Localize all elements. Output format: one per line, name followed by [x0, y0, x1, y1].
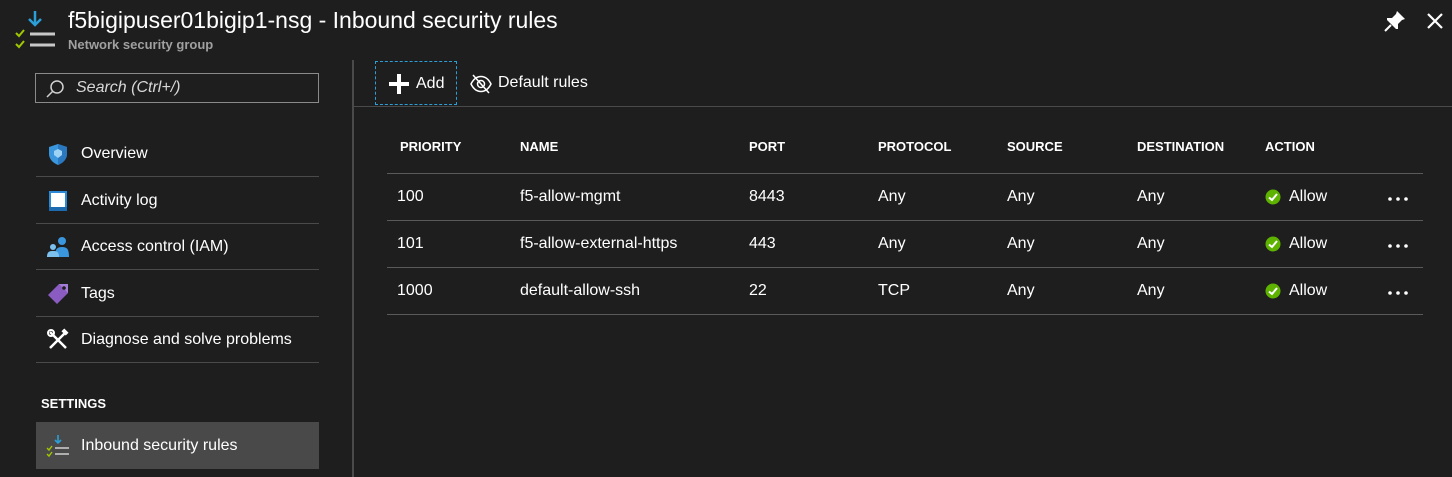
tag-icon	[48, 284, 68, 304]
add-button-label: Add	[416, 75, 445, 92]
cell-priority: 100	[397, 188, 424, 205]
cell-priority: 1000	[397, 282, 433, 299]
blade-header: f5bigipuser01bigip1-nsg - Inbound securi…	[0, 0, 1452, 60]
default-rules-button[interactable]: Default rules	[468, 61, 598, 105]
people-icon	[47, 237, 69, 257]
search-input[interactable]	[76, 77, 312, 99]
check-circle-icon	[1265, 236, 1281, 252]
wrench-icon	[47, 328, 69, 349]
table-row[interactable]: 101 f5-allow-external-https 443 Any Any …	[387, 221, 1423, 268]
sidebar-item-diagnose[interactable]: Diagnose and solve problems	[36, 317, 319, 363]
more-options-icon[interactable]	[1387, 288, 1409, 298]
eye-hidden-icon	[470, 74, 492, 94]
sidebar-item-label: Inbound security rules	[81, 437, 238, 454]
column-header-name[interactable]: NAME	[520, 139, 558, 154]
search-icon	[46, 80, 64, 98]
cell-priority: 101	[397, 235, 424, 252]
resource-menu: Overview Activity log Access control (IA…	[0, 60, 352, 477]
cell-port: 22	[749, 282, 767, 299]
shield-icon	[49, 144, 67, 165]
more-options-icon[interactable]	[1387, 241, 1409, 251]
cell-port: 443	[749, 235, 776, 252]
cell-source: Any	[1007, 188, 1035, 205]
cell-protocol: Any	[878, 188, 906, 205]
sidebar-item-tags[interactable]: Tags	[36, 271, 319, 317]
cell-source: Any	[1007, 235, 1035, 252]
activity-log-icon	[49, 191, 67, 211]
section-label-settings: SETTINGS	[41, 396, 107, 411]
check-circle-icon	[1265, 189, 1281, 205]
sidebar-item-label: Tags	[81, 285, 115, 302]
cell-name: f5-allow-external-https	[520, 235, 678, 252]
column-header-source[interactable]: SOURCE	[1007, 139, 1063, 154]
close-icon[interactable]	[1422, 8, 1448, 34]
more-options-icon[interactable]	[1387, 194, 1409, 204]
column-header-protocol[interactable]: PROTOCOL	[878, 139, 951, 154]
cell-port: 8443	[749, 188, 785, 205]
column-header-port[interactable]: PORT	[749, 139, 785, 154]
table-row[interactable]: 100 f5-allow-mgmt 8443 Any Any Any Allow	[387, 174, 1423, 221]
sidebar-item-access-control[interactable]: Access control (IAM)	[36, 224, 319, 270]
cell-name: default-allow-ssh	[520, 282, 641, 299]
sidebar-item-label: Diagnose and solve problems	[81, 331, 292, 348]
check-circle-icon	[1265, 283, 1281, 299]
cell-source: Any	[1007, 282, 1035, 299]
pin-icon[interactable]	[1382, 8, 1408, 34]
cell-destination: Any	[1137, 188, 1165, 205]
cell-name: f5-allow-mgmt	[520, 188, 621, 205]
panel-divider[interactable]	[352, 60, 354, 477]
cell-protocol: Any	[878, 235, 906, 252]
table-row[interactable]: 1000 default-allow-ssh 22 TCP Any Any Al…	[387, 268, 1423, 315]
default-rules-label: Default rules	[498, 74, 588, 91]
action-label: Allow	[1289, 235, 1328, 252]
search-box[interactable]	[35, 73, 319, 103]
inbound-rules-icon	[15, 11, 55, 49]
column-header-priority[interactable]: PRIORITY	[400, 139, 461, 154]
sidebar-item-label: Access control (IAM)	[81, 238, 229, 255]
rules-table: PRIORITY NAME PORT PROTOCOL SOURCE DESTI…	[387, 127, 1423, 315]
sidebar-item-inbound-security-rules[interactable]: Inbound security rules	[36, 422, 319, 469]
action-label: Allow	[1289, 282, 1328, 299]
plus-icon	[389, 74, 409, 94]
inbound-rules-icon	[46, 435, 69, 458]
add-button[interactable]: Add	[375, 61, 457, 105]
sidebar-item-overview[interactable]: Overview	[36, 131, 319, 177]
sidebar-item-label: Activity log	[81, 192, 158, 209]
sidebar-item-activity-log[interactable]: Activity log	[36, 178, 319, 224]
column-header-action[interactable]: ACTION	[1265, 139, 1315, 154]
cell-protocol: TCP	[878, 282, 910, 299]
command-bar: Add Default rules	[354, 60, 1452, 107]
cell-destination: Any	[1137, 282, 1165, 299]
cell-destination: Any	[1137, 235, 1165, 252]
table-header: PRIORITY NAME PORT PROTOCOL SOURCE DESTI…	[387, 127, 1423, 174]
column-header-destination[interactable]: DESTINATION	[1137, 139, 1224, 154]
sidebar-item-label: Overview	[81, 145, 148, 162]
page-title: f5bigipuser01bigip1-nsg - Inbound securi…	[68, 7, 558, 33]
action-label: Allow	[1289, 188, 1328, 205]
page-subtitle: Network security group	[68, 37, 214, 52]
